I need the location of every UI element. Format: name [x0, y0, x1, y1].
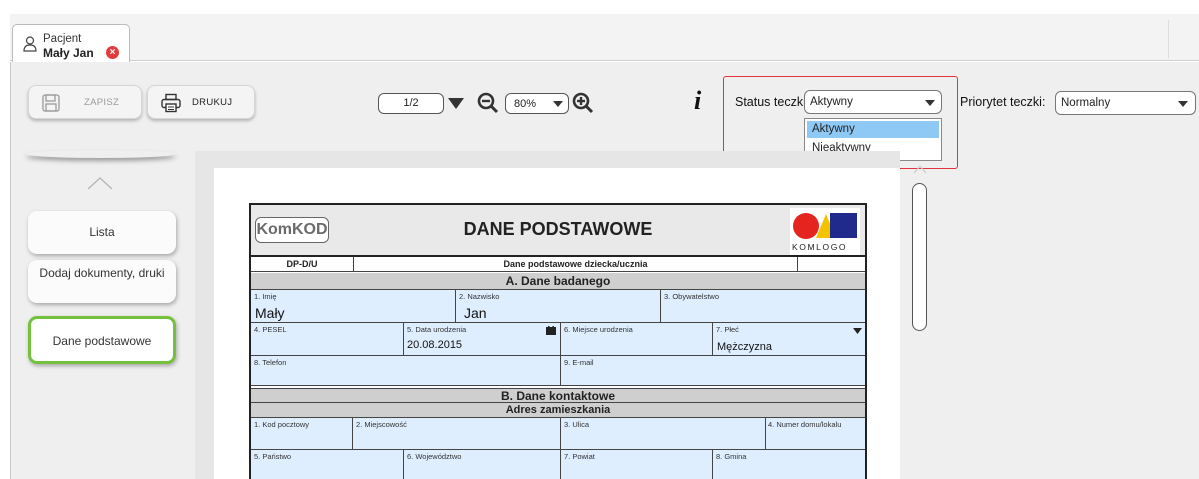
zoom-select[interactable]: 80%	[505, 93, 569, 114]
zoom-out-icon[interactable]	[476, 91, 500, 115]
field-last-name[interactable]: 2. Nazwisko Jan	[456, 290, 661, 323]
field-label: 6. Województwo	[407, 452, 462, 461]
status-select[interactable]: Aktywny	[804, 90, 942, 114]
field-birth-place[interactable]: 6. Miejsce urodzenia	[561, 323, 713, 356]
priority-select[interactable]: Normalny	[1055, 91, 1196, 115]
priority-label: Priorytet teczki:	[960, 95, 1046, 109]
section-b-header: B. Dane kontaktowe	[251, 388, 865, 403]
scroll-up-icon[interactable]	[913, 164, 927, 174]
field-pesel[interactable]: 4. PESEL	[251, 323, 404, 356]
field-label: 3. Obywatelstwo	[664, 292, 720, 301]
zoom-in-icon[interactable]	[571, 91, 595, 115]
field-street[interactable]: 3. Ulica	[561, 418, 766, 450]
save-button[interactable]: ZAPISZ	[28, 85, 142, 119]
field-label: 2. Miejscowość	[356, 420, 407, 429]
field-commune[interactable]: 8. Gmina	[713, 450, 865, 479]
chevron-down-icon	[1178, 101, 1188, 107]
tab-title: Pacjent	[43, 33, 82, 45]
field-label: 9. E-mail	[564, 358, 594, 367]
field-county[interactable]: 7. Powiat	[561, 450, 713, 479]
komlogo-text: KOMLOGO	[792, 242, 848, 252]
komlogo: KOMLOGO	[790, 208, 860, 255]
field-country[interactable]: 5. Państwo	[251, 450, 404, 479]
field-label: 1. Imię	[254, 292, 277, 301]
page-number-field[interactable]: 1/2	[378, 93, 444, 114]
field-email[interactable]: 9. E-mail	[561, 356, 865, 386]
status-label: Status teczki:	[735, 95, 810, 109]
tab-bar-divider	[1168, 20, 1169, 58]
tab-bar	[10, 14, 1199, 61]
komlogo-mark	[793, 213, 857, 239]
zoom-value: 80%	[514, 98, 537, 110]
field-value: Jan	[464, 305, 487, 321]
close-icon[interactable]: ×	[106, 46, 119, 59]
field-birth-date[interactable]: 5. Data urodzenia 20.08.2015	[404, 323, 561, 356]
field-value: Mały	[255, 305, 285, 321]
field-label: 6. Miejsce urodzenia	[564, 325, 633, 334]
field-postal-code[interactable]: 1. Kod pocztowy	[251, 418, 353, 450]
page-dropdown-icon[interactable]	[447, 97, 465, 110]
field-label: 5. Data urodzenia	[407, 325, 467, 334]
priority-value: Normalny	[1061, 97, 1111, 109]
tab-patient[interactable]: Pacjent Mały Jan ×	[12, 24, 130, 62]
field-sex[interactable]: 7. Płeć Mężczyzna	[713, 323, 865, 356]
chevron-up-icon[interactable]	[86, 176, 114, 190]
field-city[interactable]: 2. Miejscowość	[353, 418, 561, 450]
status-value: Aktywny	[810, 96, 853, 108]
nav-item-list[interactable]: Lista	[28, 211, 176, 254]
save-label: ZAPISZ	[84, 97, 120, 108]
field-label: 4. Numer domu/lokalu	[768, 420, 842, 429]
tab-patient-name: Mały Jan	[43, 46, 94, 60]
section-b-subheader: Adres zamieszkania	[251, 403, 865, 418]
basic-data-form: KomKOD DANE PODSTAWOWE KOMLOGO DP-D/U Da…	[249, 203, 867, 479]
calendar-icon[interactable]	[546, 326, 556, 335]
print-button[interactable]: DRUKUJ	[147, 85, 255, 119]
printer-icon	[161, 93, 181, 113]
field-value: 20.08.2015	[407, 339, 463, 351]
chevron-down-icon	[853, 328, 862, 334]
form-code: DP-D/U	[251, 257, 354, 272]
field-phone[interactable]: 8. Telefon	[251, 356, 561, 386]
form-subtitle: Dane podstawowe dziecka/ucznia	[354, 257, 798, 272]
field-label: 1. Kod pocztowy	[254, 420, 310, 429]
status-option-active[interactable]: Aktywny	[807, 121, 939, 138]
workspace-border	[10, 62, 11, 479]
nav-item-basic-data[interactable]: Dane podstawowe	[28, 316, 176, 364]
print-label: DRUKUJ	[192, 97, 233, 108]
person-icon	[23, 36, 37, 52]
field-label: 8. Gmina	[716, 452, 747, 461]
field-house-number[interactable]: 4. Numer domu/lokalu	[766, 418, 865, 450]
field-label: 8. Telefon	[254, 358, 287, 367]
info-icon[interactable]: i	[694, 86, 701, 116]
field-label: 3. Ulica	[564, 420, 590, 429]
form-title: DANE PODSTAWOWE	[463, 219, 653, 239]
chevron-down-icon	[925, 100, 935, 106]
nav-item-add-documents[interactable]: Dodaj dokumenty, druki	[28, 260, 176, 303]
field-first-name[interactable]: 1. Imię Mały	[251, 290, 456, 323]
floppy-icon	[42, 94, 60, 112]
field-citizenship[interactable]: 3. Obywatelstwo	[661, 290, 865, 323]
field-label: 2. Nazwisko	[459, 292, 500, 301]
chevron-down-icon	[553, 101, 563, 107]
field-label: 4. PESEL	[254, 325, 287, 334]
document-scrollbar[interactable]	[912, 183, 927, 331]
field-voivodeship[interactable]: 6. Województwo	[404, 450, 561, 479]
section-a-header: A. Dane badanego	[251, 273, 865, 290]
field-label: 7. Powiat	[564, 452, 595, 461]
field-label: 7. Płeć	[716, 325, 739, 334]
nav-scroll-indicator	[26, 150, 176, 158]
field-value: Mężczyzna	[717, 341, 773, 353]
field-label: 5. Państwo	[254, 452, 292, 461]
